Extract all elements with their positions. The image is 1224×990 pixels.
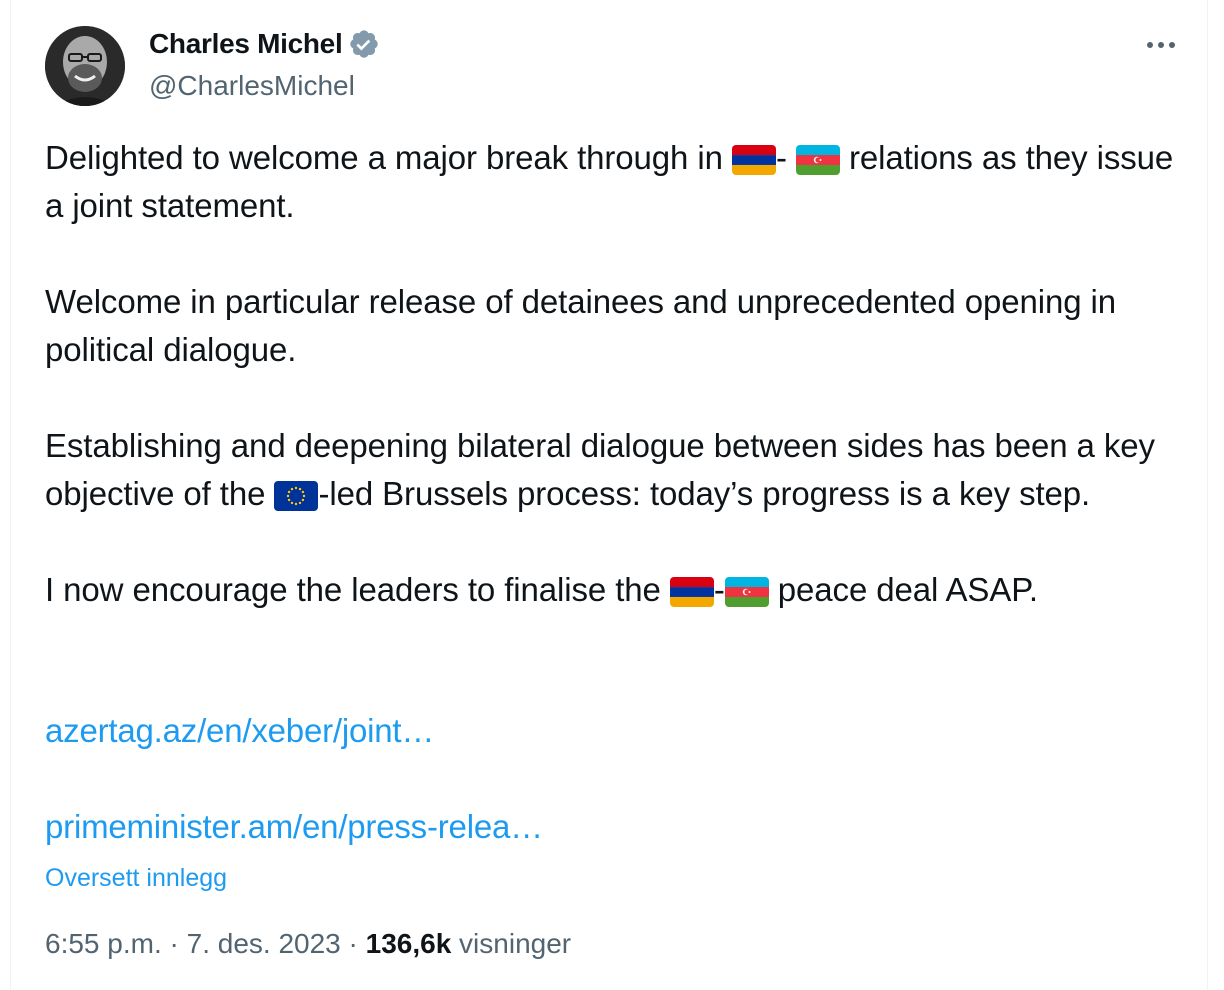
tweet-paragraph-2: Welcome in particular release of detaine…: [45, 283, 1117, 368]
author-handle[interactable]: @CharlesMichel: [149, 70, 355, 102]
flag-armenia-icon: [731, 145, 776, 175]
avatar[interactable]: [45, 26, 125, 106]
verified-badge-icon: [350, 30, 379, 58]
link-azertag[interactable]: azertag.az/en/xeber/joint…: [45, 712, 434, 750]
tweet-paragraph-3: Establishing and deepening bilateral dia…: [45, 427, 1155, 512]
more-options-icon[interactable]: [1143, 30, 1179, 60]
link-primeminister[interactable]: primeminister.am/en/press-relea…: [45, 808, 543, 846]
author-display-name[interactable]: Charles Michel: [149, 28, 343, 60]
tweet-text: Delighted to welcome a major break throu…: [45, 134, 1175, 614]
flag-azerbaijan-icon: [724, 577, 769, 607]
tweet-paragraph-4: I now encourage the leaders to finalise …: [45, 571, 1038, 608]
tweet-time[interactable]: 6:55 p.m.: [45, 928, 162, 959]
views-count: 136,6k: [365, 928, 452, 959]
tweet-date[interactable]: 7. des. 2023: [187, 928, 341, 959]
flag-azerbaijan-icon: [795, 145, 840, 175]
tweet-meta: 6:55 p.m. · 7. des. 2023 · 136,6k visnin…: [45, 928, 572, 959]
tweet-card: Charles Michel @CharlesMichel Delighted …: [10, 0, 1208, 990]
views-label: visninger: [451, 928, 572, 959]
tweet-paragraph-1: Delighted to welcome a major break throu…: [45, 139, 1174, 224]
translate-post-button[interactable]: Oversett innlegg: [45, 864, 227, 893]
flag-eu-icon: [274, 481, 319, 511]
flag-armenia-icon: [669, 577, 714, 607]
